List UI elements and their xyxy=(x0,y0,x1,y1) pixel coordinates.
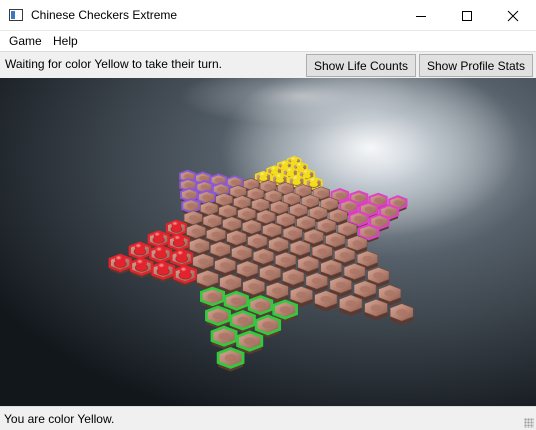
board-cell-green[interactable] xyxy=(205,305,231,329)
show-profile-stats-button[interactable]: Show Profile Stats xyxy=(419,54,533,77)
menu-help[interactable]: Help xyxy=(53,34,78,48)
board-cell-green[interactable] xyxy=(216,346,245,372)
peg-red[interactable] xyxy=(156,262,170,276)
peg-yellow[interactable] xyxy=(274,173,285,184)
board-cell-red[interactable] xyxy=(129,257,154,279)
player-color-status: You are color Yellow. xyxy=(4,412,115,426)
peg-yellow[interactable] xyxy=(285,167,295,178)
maximize-icon xyxy=(462,10,472,21)
game-board-scene[interactable] xyxy=(0,78,536,406)
board-cell[interactable] xyxy=(214,256,236,277)
minimize-icon xyxy=(416,15,426,17)
board-cell-red[interactable] xyxy=(108,253,132,275)
board-cell-green[interactable] xyxy=(210,325,238,350)
peg-red[interactable] xyxy=(170,221,183,233)
menu-game[interactable]: Game xyxy=(9,34,42,48)
toolbar: Waiting for color Yellow to take their t… xyxy=(0,51,536,78)
maximize-button[interactable] xyxy=(444,0,490,31)
peg-red[interactable] xyxy=(178,266,192,280)
turn-status: Waiting for color Yellow to take their t… xyxy=(5,57,222,71)
peg-red[interactable] xyxy=(134,259,148,272)
minimize-button[interactable] xyxy=(398,0,444,31)
status-bar: You are color Yellow. xyxy=(0,406,536,430)
board-cell-green[interactable] xyxy=(200,286,225,309)
board-cell-red[interactable] xyxy=(173,264,198,287)
title-bar: Chinese Checkers Extreme xyxy=(0,0,536,31)
board-cell-home[interactable] xyxy=(389,303,414,325)
window-title: Chinese Checkers Extreme xyxy=(31,8,178,22)
board-cell-home[interactable] xyxy=(364,298,388,321)
board-cell[interactable] xyxy=(196,269,219,291)
board-cell-home[interactable] xyxy=(314,290,338,312)
board-cell-red[interactable] xyxy=(151,261,175,283)
peg-red[interactable] xyxy=(133,243,147,256)
app-icon xyxy=(9,9,23,21)
peg-red[interactable] xyxy=(154,246,167,259)
close-icon xyxy=(507,10,519,21)
peg-yellow[interactable] xyxy=(308,177,319,188)
resize-grip-icon[interactable] xyxy=(524,418,534,428)
peg-red[interactable] xyxy=(113,255,127,268)
peg-yellow[interactable] xyxy=(291,175,302,186)
close-button[interactable] xyxy=(490,0,536,31)
peg-red[interactable] xyxy=(172,235,185,248)
peg-yellow[interactable] xyxy=(258,172,269,182)
peg-red[interactable] xyxy=(175,250,188,263)
board-cell-home[interactable] xyxy=(339,294,363,316)
game-view[interactable] xyxy=(0,78,536,406)
menu-bar: Game Help xyxy=(0,31,536,51)
board-cell-green[interactable] xyxy=(236,330,264,355)
show-life-counts-button[interactable]: Show Life Counts xyxy=(306,54,416,77)
peg-red[interactable] xyxy=(152,231,165,244)
